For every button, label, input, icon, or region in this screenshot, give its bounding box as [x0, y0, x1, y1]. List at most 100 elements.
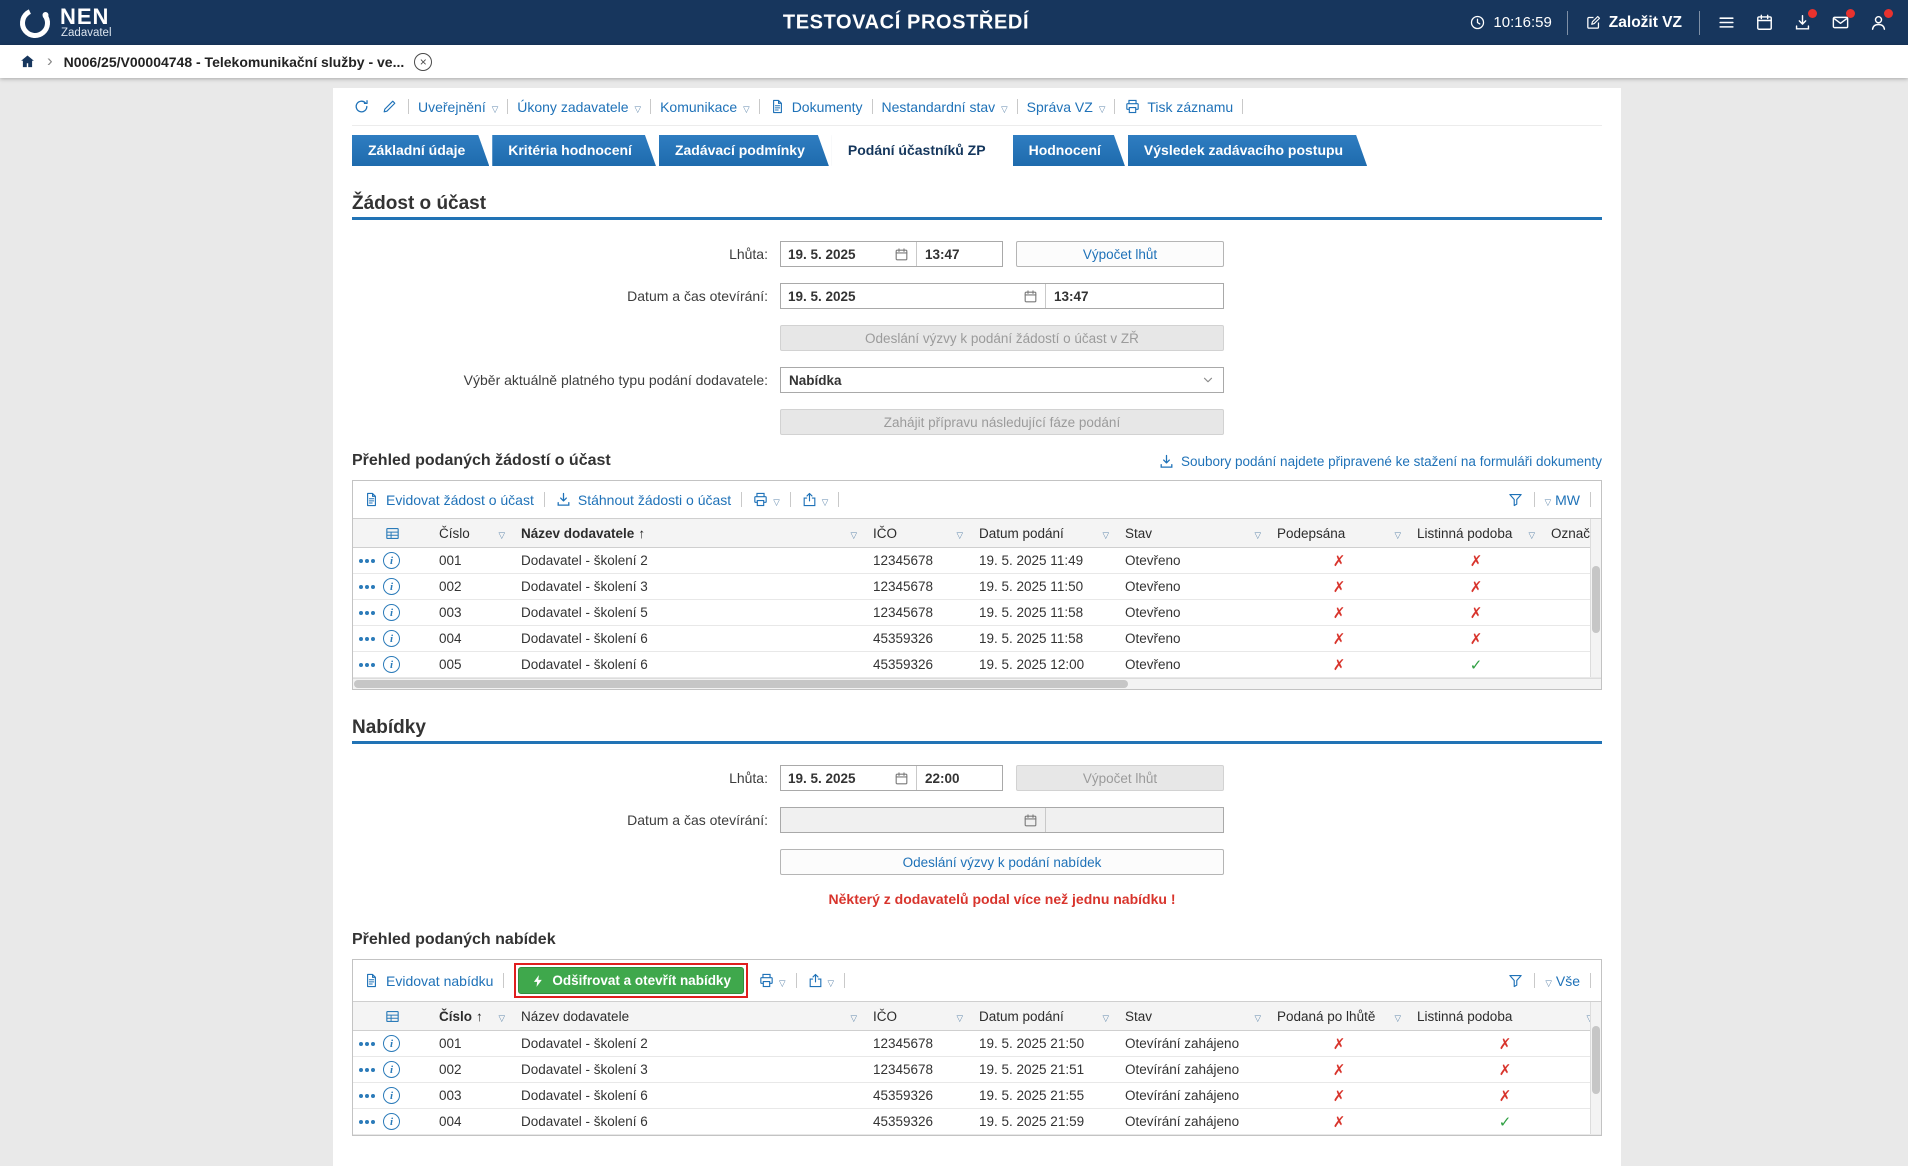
filter-button[interactable] [1507, 972, 1524, 989]
filter-dropdown-icon[interactable] [498, 526, 505, 541]
breadcrumb-record[interactable]: N006/25/V00004748 - Telekomunikační služ… [64, 54, 405, 70]
row-info-icon[interactable]: i [383, 630, 400, 647]
row-info-icon[interactable]: i [383, 604, 400, 621]
menu-uverejneni[interactable]: Uveřejnění [418, 99, 498, 115]
print-table-button[interactable] [752, 491, 780, 508]
messages-button[interactable] [1829, 11, 1852, 34]
calendar-button[interactable] [1753, 11, 1776, 34]
row-info-icon[interactable]: i [383, 1113, 400, 1130]
header-podepsana[interactable]: Podepsána [1269, 519, 1409, 547]
filter-dropdown-icon[interactable] [1528, 526, 1535, 541]
filter-dropdown-icon[interactable] [850, 526, 857, 541]
filter-dropdown-icon[interactable] [1254, 526, 1261, 541]
filter-dropdown-icon[interactable] [850, 1009, 857, 1024]
soubory-podani-link[interactable]: Soubory podání najdete připravené ke sta… [1158, 453, 1602, 470]
row-info-icon[interactable]: i [383, 656, 400, 673]
nabidky-lhuta-time-input[interactable]: 22:00 [916, 766, 1002, 790]
filter-dropdown-icon[interactable] [1254, 1009, 1261, 1024]
stahnout-zadosti-link[interactable]: Stáhnout žádosti o účast [555, 491, 731, 508]
tab-hodnoceni[interactable]: Hodnocení [1013, 135, 1125, 166]
filter-dropdown-icon[interactable] [1102, 526, 1109, 541]
tab-zadavaci-podminky[interactable]: Zadávací podmínky [659, 135, 829, 166]
nen-logo[interactable]: NEN Zadavatel [18, 6, 112, 40]
lhuta-time-input[interactable]: 13:47 [916, 242, 1002, 266]
header-podana-po-lhute[interactable]: Podaná po lhůtě [1269, 1002, 1409, 1030]
export-table-button[interactable] [801, 491, 829, 508]
header-stav[interactable]: Stav [1117, 1002, 1269, 1030]
main-menu-button[interactable] [1715, 11, 1738, 34]
column-settings-icon[interactable] [384, 525, 401, 542]
menu-nestandardni-stav[interactable]: Nestandardní stav [882, 99, 1008, 115]
tab-vysledek-zadavaciho-postupu[interactable]: Výsledek zadávacího postupu [1128, 135, 1367, 166]
view-selector[interactable]: MW [1545, 492, 1580, 508]
header-datum-podani[interactable]: Datum podání [971, 519, 1117, 547]
row-info-icon[interactable]: i [383, 552, 400, 569]
column-settings-icon[interactable] [384, 1008, 401, 1025]
otevirani-date-input[interactable]: 19. 5. 2025 [781, 284, 1045, 308]
home-icon[interactable] [19, 53, 36, 70]
row-menu-icon[interactable] [359, 585, 375, 589]
evidovat-nabidku-link[interactable]: Evidovat nabídku [363, 972, 493, 989]
nabidky-otevirani-time-input[interactable] [1045, 808, 1223, 832]
filter-dropdown-icon[interactable] [956, 1009, 963, 1024]
menu-komunikace[interactable]: Komunikace [660, 99, 750, 115]
tab-podani-ucastniku-zp[interactable]: Podání účastníků ZP [832, 135, 1010, 166]
scrollbar-thumb[interactable] [354, 680, 1128, 688]
row-info-icon[interactable]: i [383, 1061, 400, 1078]
zahajit-pripravu-button[interactable]: Zahájit přípravu následující fáze podání [780, 409, 1224, 435]
header-nazev-dodavatele[interactable]: Název dodavatele↑ [513, 519, 865, 547]
menu-ukony-zadavatele[interactable]: Úkony zadavatele [517, 99, 641, 115]
filter-dropdown-icon[interactable] [498, 1009, 505, 1024]
header-stav[interactable]: Stav [1117, 519, 1269, 547]
header-ico[interactable]: IČO [865, 1002, 971, 1030]
calendar-icon[interactable] [1023, 289, 1038, 304]
menu-dokumenty[interactable]: Dokumenty [769, 98, 863, 115]
refresh-button[interactable] [352, 97, 371, 116]
tab-zakladni-udaje[interactable]: Základní údaje [352, 135, 489, 166]
header-listinna-podoba[interactable]: Listinná podoba [1409, 519, 1543, 547]
vypocet-lhut-button[interactable]: Výpočet lhůt [1016, 765, 1224, 791]
nabidky-lhuta-date-input[interactable]: 19. 5. 2025 [781, 766, 916, 790]
calendar-icon[interactable] [1023, 813, 1038, 828]
header-datum-podani[interactable]: Datum podání [971, 1002, 1117, 1030]
scrollbar-thumb[interactable] [1592, 566, 1600, 632]
row-menu-icon[interactable] [359, 1094, 375, 1098]
row-menu-icon[interactable] [359, 611, 375, 615]
calendar-icon[interactable] [894, 247, 909, 262]
odeslani-vyzvy-nabidek-button[interactable]: Odeslání výzvy k podání nabídek [780, 849, 1224, 875]
lhuta-date-input[interactable]: 19. 5. 2025 [781, 242, 916, 266]
filter-dropdown-icon[interactable] [956, 526, 963, 541]
row-info-icon[interactable]: i [383, 1087, 400, 1104]
print-table-button[interactable] [758, 972, 786, 989]
evidovat-zadost-link[interactable]: Evidovat žádost o účast [363, 491, 534, 508]
typ-podani-select[interactable]: Nabídka [780, 367, 1224, 393]
filter-button[interactable] [1507, 491, 1524, 508]
row-menu-icon[interactable] [359, 1068, 375, 1072]
odeslani-vyzvy-zadosti-button[interactable]: Odeslání výzvy k podání žádostí o účast … [780, 325, 1224, 351]
header-ico[interactable]: IČO [865, 519, 971, 547]
calendar-icon[interactable] [894, 771, 909, 786]
tisk-zaznamu-link[interactable]: Tisk záznamu [1124, 98, 1233, 115]
create-vz-button[interactable]: Založit VZ [1583, 12, 1684, 34]
row-info-icon[interactable]: i [383, 1035, 400, 1052]
header-listinna-podoba[interactable]: Listinná podoba [1409, 1002, 1601, 1030]
row-menu-icon[interactable] [359, 559, 375, 563]
otevirani-time-input[interactable]: 13:47 [1045, 284, 1223, 308]
row-menu-icon[interactable] [359, 1042, 375, 1046]
header-cislo[interactable]: Číslo↑ [431, 1002, 513, 1030]
edit-record-button[interactable] [380, 97, 399, 116]
filter-dropdown-icon[interactable] [1394, 526, 1401, 541]
profile-button[interactable] [1867, 11, 1890, 34]
row-info-icon[interactable]: i [383, 578, 400, 595]
row-menu-icon[interactable] [359, 637, 375, 641]
row-menu-icon[interactable] [359, 663, 375, 667]
menu-sprava-vz[interactable]: Správa VZ [1027, 99, 1106, 115]
tab-kriteria-hodnoceni[interactable]: Kritéria hodnocení [492, 135, 656, 166]
vypocet-lhut-button[interactable]: Výpočet lhůt [1016, 241, 1224, 267]
header-cislo[interactable]: Číslo [431, 519, 513, 547]
row-menu-icon[interactable] [359, 1120, 375, 1124]
downloads-button[interactable] [1791, 11, 1814, 34]
header-nazev-dodavatele[interactable]: Název dodavatele [513, 1002, 865, 1030]
filter-dropdown-icon[interactable] [1102, 1009, 1109, 1024]
odsifrovat-otevrit-button[interactable]: Odšifrovat a otevřít nabídky [518, 967, 744, 994]
